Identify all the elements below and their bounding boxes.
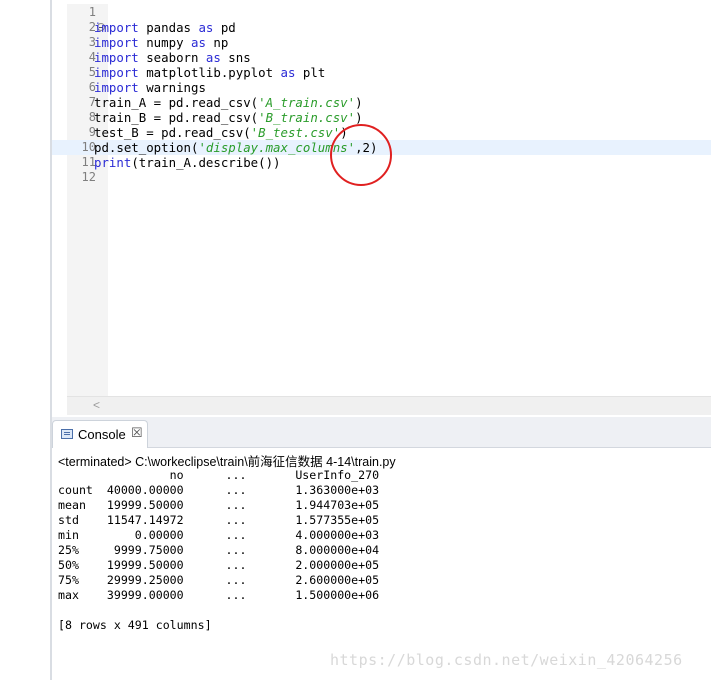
keyword-token: import — [94, 35, 139, 50]
annotation-circle — [330, 124, 392, 186]
line-number: 11 — [81, 155, 96, 169]
line-number: 6 — [88, 80, 96, 94]
close-icon[interactable]: ☒ — [131, 425, 143, 441]
outer-left-strip — [0, 0, 50, 680]
console-output-line: max 39999.00000 ... 1.500000e+06 — [58, 588, 380, 602]
code-token: ) — [355, 95, 363, 110]
code-text: import numpy as np — [94, 35, 228, 50]
code-line[interactable]: 6 import warnings — [52, 80, 711, 95]
code-text: train_A = pd.read_csv('A_train.csv') — [94, 95, 363, 110]
code-token: warnings — [138, 80, 206, 95]
keyword-token: print — [94, 155, 132, 170]
string-token: 'B_test.csv' — [250, 125, 341, 140]
code-token: matplotlib.pyplot — [138, 65, 281, 80]
code-editor[interactable]: 1 2 import pandas as pd 3 import numpy as np… — [52, 0, 711, 418]
string-token: 'B_train.csv' — [258, 110, 356, 125]
keyword-token: as — [280, 65, 296, 80]
code-token: seaborn — [138, 50, 206, 65]
code-text: import matplotlib.pyplot as plt — [94, 65, 325, 80]
code-token: pd.set_option( — [94, 140, 199, 155]
console-output-line: min 0.00000 ... 4.000000e+03 — [58, 528, 380, 542]
console-output-line: no ... UserInfo_270 — [58, 468, 380, 482]
keyword-token: import — [94, 65, 139, 80]
keyword-token: as — [205, 50, 221, 65]
console-output-line: std 11547.14972 ... 1.577355e+05 — [58, 513, 380, 527]
tab-console-label: Console — [78, 427, 126, 442]
line-number: 5 — [88, 65, 96, 79]
scroll-left-icon[interactable]: < — [93, 398, 100, 412]
code-token: train_B = pd.read_csv( — [94, 110, 259, 125]
code-text: import seaborn as sns — [94, 50, 251, 65]
console-tab-bar: Console ☒ — [52, 417, 711, 448]
watermark: https://blog.csdn.net/weixin_42064256 — [330, 651, 683, 669]
keyword-token: import — [94, 50, 139, 65]
code-token: (train_A.describe()) — [131, 155, 281, 170]
code-token: pd — [213, 20, 236, 35]
code-token: plt — [295, 65, 326, 80]
console-output-line: 75% 29999.25000 ... 2.600000e+05 — [58, 573, 380, 587]
code-token: pandas — [138, 20, 199, 35]
console-output-line: count 40000.00000 ... 1.363000e+03 — [58, 483, 380, 497]
line-number: 12 — [81, 170, 96, 184]
line-number: 7 — [88, 95, 96, 109]
keyword-token: as — [190, 35, 206, 50]
code-token: train_A = pd.read_csv( — [94, 95, 259, 110]
code-line[interactable]: 4 import seaborn as sns — [52, 50, 711, 65]
code-text: import warnings — [94, 80, 206, 95]
console-output-line: mean 19999.50000 ... 1.944703e+05 — [58, 498, 380, 512]
code-token: numpy — [138, 35, 191, 50]
console-output-line: 50% 19999.50000 ... 2.000000e+05 — [58, 558, 380, 572]
console-icon — [61, 429, 73, 439]
line-number: 9 — [88, 125, 96, 139]
line-number: 4 — [88, 50, 96, 64]
code-token: ) — [355, 110, 363, 125]
line-number: 3 — [88, 35, 96, 49]
code-text: test_B = pd.read_csv('B_test.csv') — [94, 125, 348, 140]
code-token: test_B = pd.read_csv( — [94, 125, 251, 140]
code-text: train_B = pd.read_csv('B_train.csv') — [94, 110, 363, 125]
keyword-token: import — [94, 20, 139, 35]
string-token: 'A_train.csv' — [258, 95, 356, 110]
line-number: 2 — [88, 20, 96, 34]
code-line[interactable]: 2 import pandas as pd — [52, 20, 711, 35]
keyword-token: as — [198, 20, 214, 35]
keyword-token: import — [94, 80, 139, 95]
code-token: sns — [220, 50, 251, 65]
code-line[interactable]: 1 — [52, 5, 711, 20]
console-view: Console ☒ <terminated> C:\workeclipse\tr… — [52, 417, 711, 680]
line-number: 10 — [81, 140, 96, 154]
code-line[interactable]: 3 import numpy as np — [52, 35, 711, 50]
tab-console[interactable]: Console ☒ — [52, 420, 148, 448]
code-line[interactable]: 7 train_A = pd.read_csv('A_train.csv') — [52, 95, 711, 110]
line-number: 1 — [88, 5, 96, 19]
line-number: 8 — [88, 110, 96, 124]
code-line[interactable]: 8 train_B = pd.read_csv('B_train.csv') — [52, 110, 711, 125]
code-text: import pandas as pd — [94, 20, 236, 35]
console-output-line: 25% 9999.75000 ... 8.000000e+04 — [58, 543, 380, 557]
code-text: print(train_A.describe()) — [94, 155, 281, 170]
code-line[interactable]: 5 import matplotlib.pyplot as plt — [52, 65, 711, 80]
console-output-line: [8 rows x 491 columns] — [58, 618, 212, 632]
horizontal-scrollbar[interactable]: < — [67, 396, 711, 415]
code-token: np — [205, 35, 229, 50]
